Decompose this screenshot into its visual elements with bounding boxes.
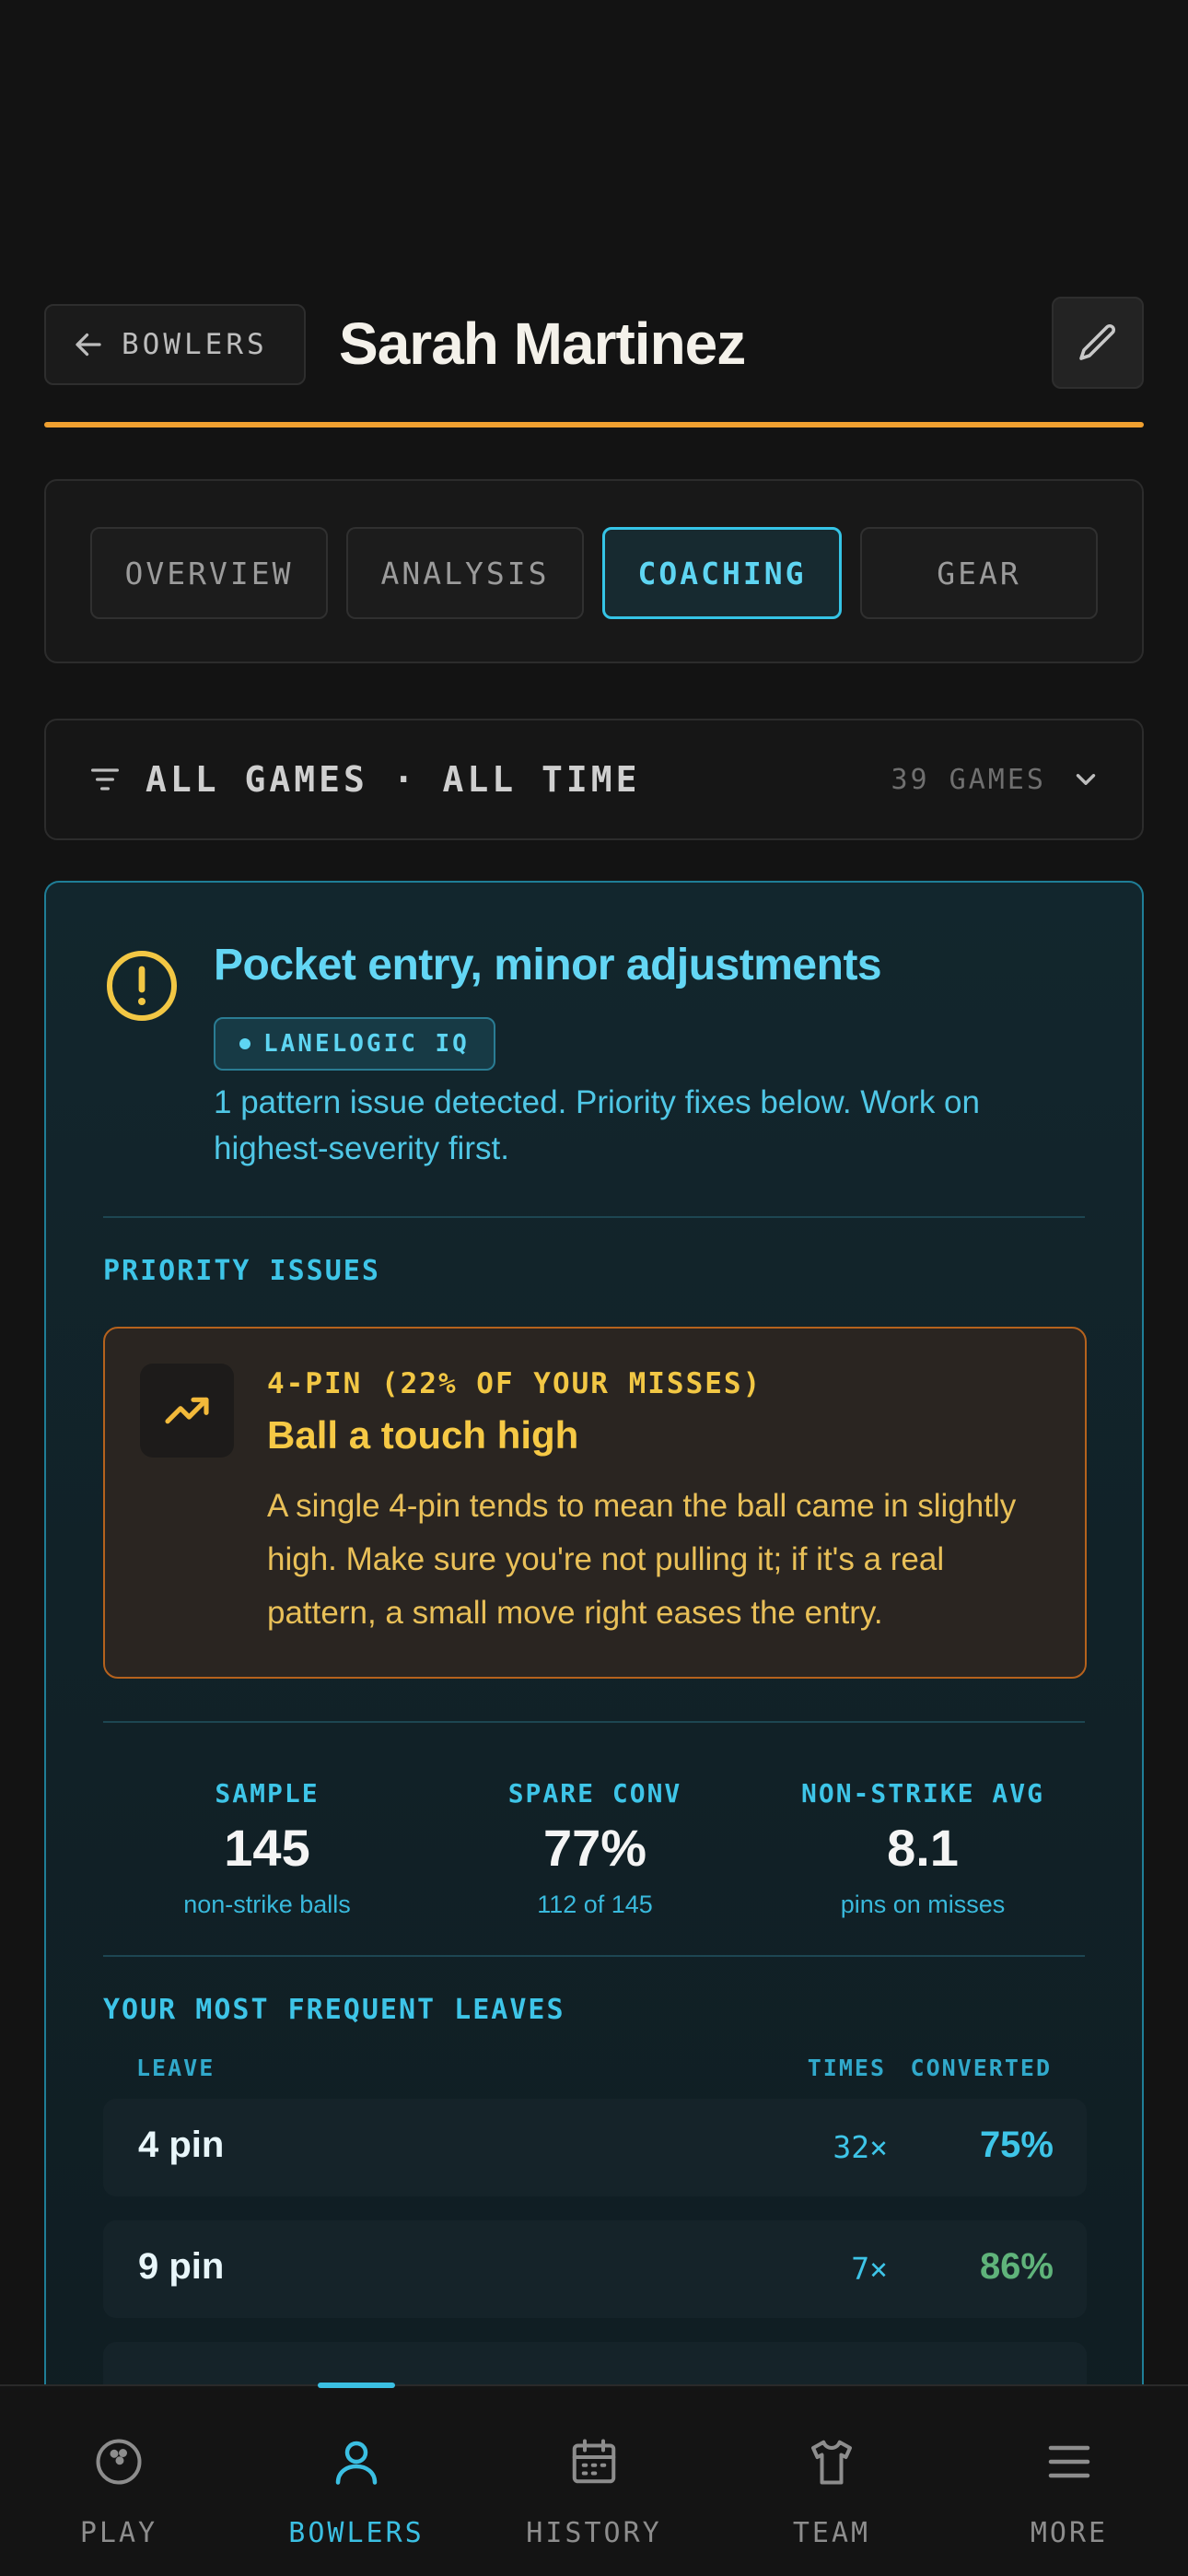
active-indicator <box>318 2383 395 2388</box>
leave-name: 4 pin <box>138 2125 225 2165</box>
badge-dot <box>239 1038 250 1049</box>
stat-label: NON-STRIKE AVG <box>800 1778 1044 1809</box>
leave-times: 32× <box>833 2129 888 2165</box>
leave-name: 9 pin <box>138 2246 225 2287</box>
alert-circle-icon <box>107 951 177 1021</box>
nav-play[interactable]: PLAY <box>0 2386 238 2576</box>
issue-kicker: 4-PIN (22% OF YOUR MISSES) <box>267 1367 763 1400</box>
column-header-converted: CONVERTED <box>910 2055 1052 2081</box>
divider <box>103 1955 1085 1957</box>
lanelogic-badge: LANELOGIC IQ <box>214 1017 495 1071</box>
stat-label: SPARE CONV <box>507 1778 682 1809</box>
game-filter[interactable]: ALL GAMES · ALL TIME 39 GAMES <box>44 719 1144 840</box>
tab-bar: OVERVIEW ANALYSIS COACHING GEAR <box>44 479 1144 663</box>
tab-coaching[interactable]: COACHING <box>602 527 842 619</box>
nav-history[interactable]: HISTORY <box>475 2386 713 2576</box>
leave-row[interactable]: 4 pin 32× 75% <box>103 2099 1087 2196</box>
stat-value: 145 <box>224 1819 310 1877</box>
stat-sub: non-strike balls <box>183 1891 351 1918</box>
leave-row[interactable]: 9 pin 7× 86% <box>103 2220 1087 2318</box>
nav-label: HISTORY <box>526 2517 662 2549</box>
header-accent-rule <box>44 422 1144 427</box>
nav-bowlers[interactable]: BOWLERS <box>238 2383 475 2576</box>
priority-issue-card[interactable]: 4-PIN (22% OF YOUR MISSES) Ball a touch … <box>103 1327 1087 1679</box>
nav-label: TEAM <box>792 2517 871 2549</box>
stats-row: SAMPLE 145 non-strike balls SPARE CONV 7… <box>103 1760 1087 1935</box>
header: BOWLERS Sarah Martinez <box>44 297 1144 429</box>
issue-icon-tile <box>140 1364 234 1458</box>
divider <box>103 1216 1085 1218</box>
leaves-table-header: LEAVE TIMES CONVERTED <box>103 2055 1085 2091</box>
trend-up-icon <box>165 1397 209 1424</box>
issue-title: Ball a touch high <box>267 1413 579 1457</box>
nav-label: BOWLERS <box>288 2517 425 2549</box>
filter-game-count: 39 GAMES <box>891 763 1046 796</box>
leave-times: 7× <box>851 2251 888 2287</box>
stat-sample: SAMPLE 145 non-strike balls <box>103 1760 431 1935</box>
stat-value: 8.1 <box>887 1819 959 1877</box>
stat-label: SAMPLE <box>215 1778 320 1809</box>
stat-value: 77% <box>542 1819 647 1877</box>
stat-sub: 112 of 145 <box>537 1891 653 1918</box>
chevron-down-icon <box>1076 774 1096 785</box>
tab-gear[interactable]: GEAR <box>860 527 1098 619</box>
nav-team[interactable]: TEAM <box>713 2386 950 2576</box>
person-icon <box>335 2441 378 2485</box>
page-title: Sarah Martinez <box>339 310 746 377</box>
leave-converted: 86% <box>979 2246 1054 2287</box>
stat-sub: pins on misses <box>840 1891 1006 1918</box>
frequent-leaves-heading: YOUR MOST FREQUENT LEAVES <box>103 1994 565 2026</box>
arrow-left-icon <box>76 333 101 357</box>
issue-body: A single 4-pin tends to mean the ball ca… <box>267 1488 1017 1631</box>
badge-label: LANELOGIC IQ <box>263 1030 470 1058</box>
divider <box>103 1721 1085 1723</box>
priority-issues-heading: PRIORITY ISSUES <box>103 1255 380 1287</box>
stat-non-strike-avg: NON-STRIKE AVG 8.1 pins on misses <box>759 1760 1087 1935</box>
back-button-label: BOWLERS <box>122 328 268 361</box>
menu-icon <box>1048 2445 1090 2478</box>
column-header-leave: LEAVE <box>136 2055 215 2081</box>
tab-analysis[interactable]: ANALYSIS <box>346 527 584 619</box>
filter-icon <box>91 768 119 790</box>
calendar-icon <box>572 2439 616 2484</box>
coaching-summary: 1 pattern issue detected. Priority fixes… <box>214 1084 980 1166</box>
bottom-nav: PLAY BOWLERS HISTORY TEAM MORE <box>0 2383 1188 2576</box>
tab-overview[interactable]: OVERVIEW <box>90 527 328 619</box>
pencil-icon <box>1079 323 1116 360</box>
column-header-times: TIMES <box>807 2055 886 2081</box>
nav-label: PLAY <box>79 2517 158 2549</box>
coaching-title: Pocket entry, minor adjustments <box>214 941 882 989</box>
filter-label: ALL GAMES · ALL TIME <box>146 759 641 800</box>
stat-spare-conversion: SPARE CONV 77% 112 of 145 <box>431 1760 759 1935</box>
leave-converted: 75% <box>979 2125 1054 2165</box>
bowling-ball-icon <box>96 2439 142 2485</box>
edit-button[interactable] <box>1052 297 1144 389</box>
nav-label: MORE <box>1030 2517 1109 2549</box>
back-button[interactable]: BOWLERS <box>44 304 306 385</box>
coaching-card: Pocket entry, minor adjustments LANELOGI… <box>44 881 1144 2465</box>
shirt-icon <box>811 2440 852 2485</box>
nav-more[interactable]: MORE <box>950 2386 1188 2576</box>
